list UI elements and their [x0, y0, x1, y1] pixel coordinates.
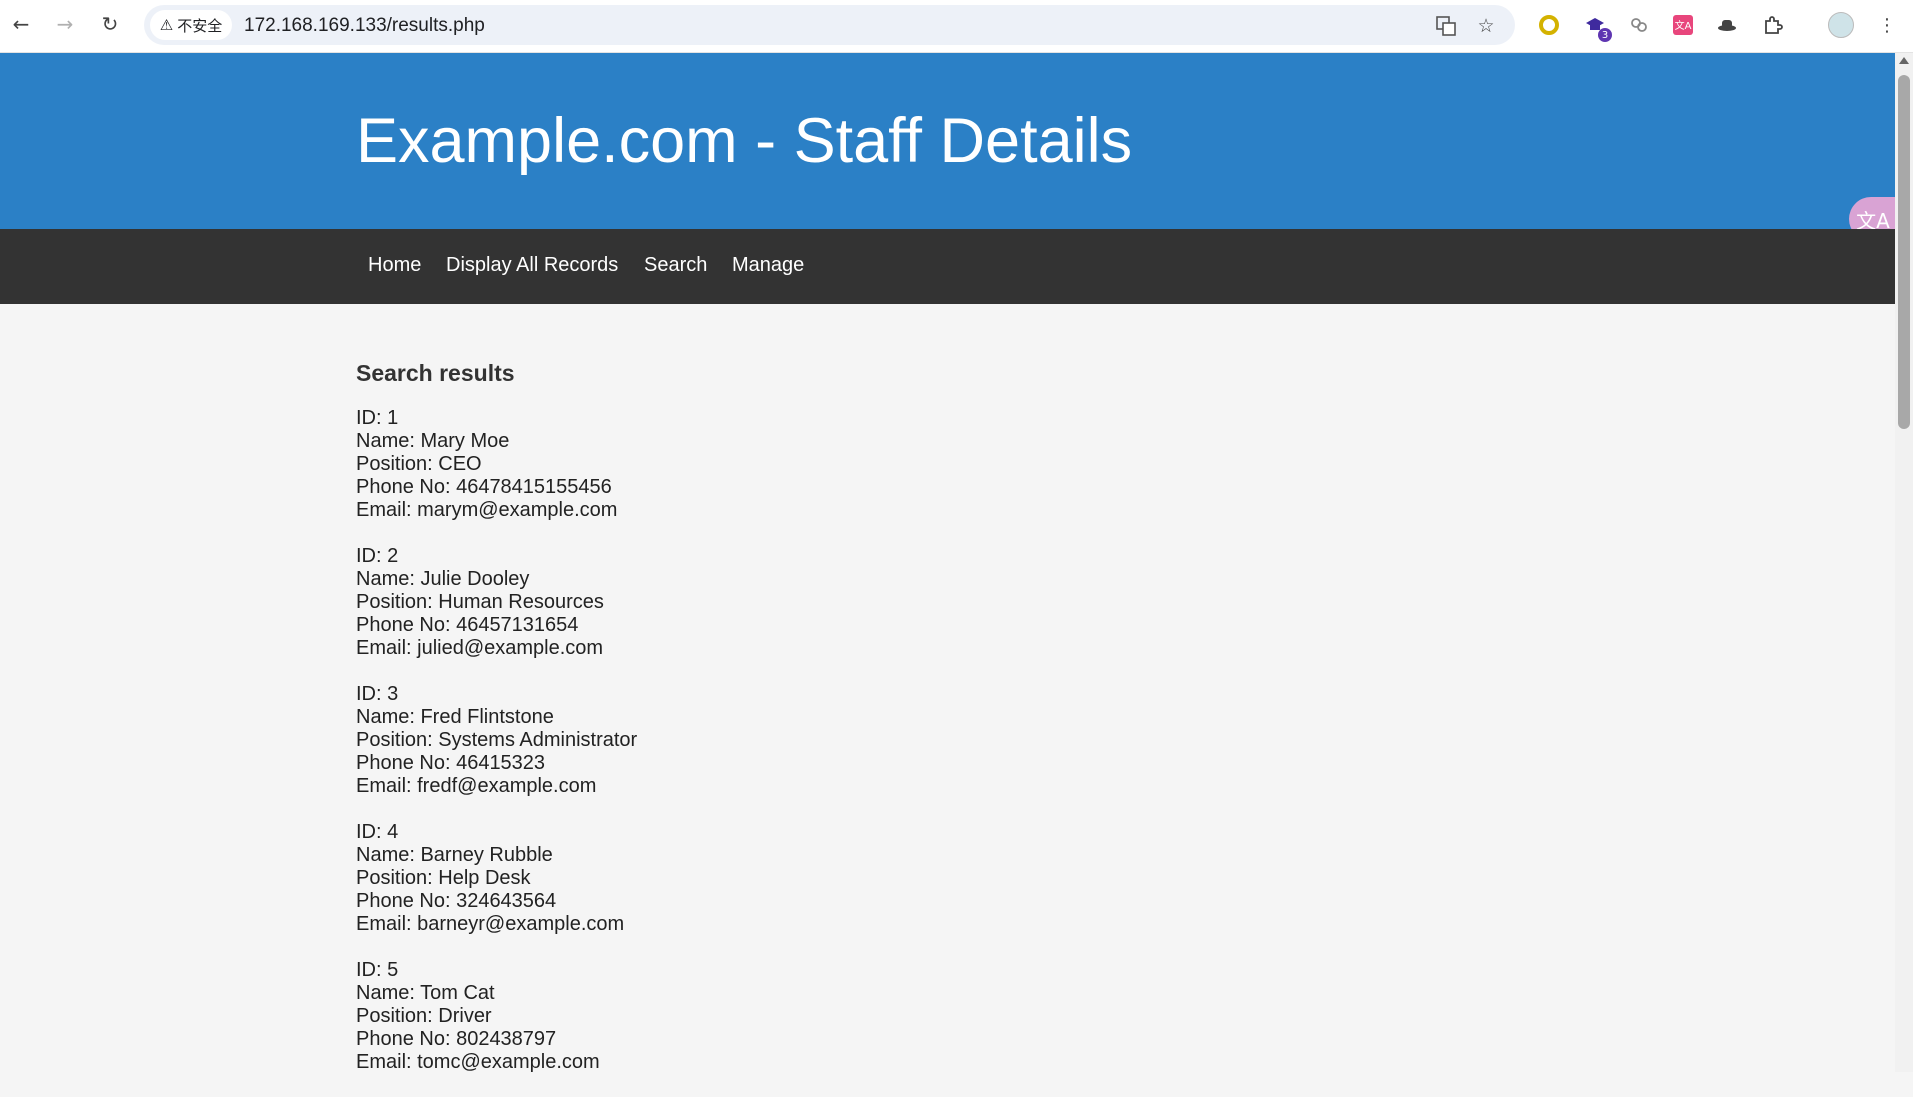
translate-page-icon[interactable] — [1434, 14, 1458, 38]
record-id: ID: 4 — [356, 821, 399, 843]
record-id: ID: 3 — [356, 683, 399, 705]
extension-translate-icon[interactable]: 文A — [1670, 12, 1696, 38]
nav-home[interactable]: Home — [368, 254, 421, 277]
record-email: Email: barneyr@example.com — [356, 913, 625, 935]
record-id: ID: 2 — [356, 545, 399, 567]
security-label: 不安全 — [177, 16, 223, 35]
nav-search[interactable]: Search — [644, 254, 707, 277]
extensions-puzzle-icon[interactable] — [1760, 12, 1786, 38]
extension-ring-icon[interactable] — [1536, 12, 1562, 38]
url-text[interactable]: 172.168.169.133/results.php — [244, 15, 485, 37]
extension-link-icon[interactable] — [1626, 12, 1652, 38]
record-position: Position: Help Desk — [356, 867, 531, 889]
scrollbar-thumb[interactable] — [1898, 75, 1910, 429]
record-2: ID: 2 Name: Julie Dooley Position: Human… — [356, 545, 1356, 660]
record-id: ID: 5 — [356, 959, 399, 981]
back-arrow-icon[interactable]: ← — [7, 10, 35, 38]
record-email: Email: tomc@example.com — [356, 1051, 600, 1073]
record-name: Name: Barney Rubble — [356, 844, 553, 866]
record-name: Name: Julie Dooley — [356, 568, 530, 590]
record-4: ID: 4 Name: Barney Rubble Position: Help… — [356, 821, 1356, 936]
address-bar[interactable]: ⚠ 不安全 172.168.169.133/results.php ☆ — [144, 5, 1515, 45]
record-name: Name: Mary Moe — [356, 430, 510, 452]
record-phone: Phone No: 324643564 — [356, 890, 557, 912]
site-header: Example.com - Staff Details — [0, 53, 1895, 229]
browser-toolbar: ← → ↻ ⚠ 不安全 172.168.169.133/results.php … — [0, 0, 1913, 53]
more-menu-icon[interactable]: ⋮ — [1874, 12, 1900, 38]
record-position: Position: Driver — [356, 1005, 492, 1027]
record-email: Email: marym@example.com — [356, 499, 618, 521]
forward-arrow-icon[interactable]: → — [51, 10, 79, 38]
page-title: Example.com - Staff Details — [356, 106, 1133, 176]
scroll-up-arrow-icon[interactable] — [1899, 57, 1909, 64]
profile-avatar[interactable] — [1828, 12, 1854, 38]
vertical-scrollbar[interactable] — [1895, 53, 1913, 1072]
record-position: Position: Human Resources — [356, 591, 604, 613]
extension-hat-icon[interactable] — [1714, 12, 1740, 38]
record-phone: Phone No: 46457131654 — [356, 614, 579, 636]
record-email: Email: julied@example.com — [356, 637, 604, 659]
nav-display-all-records[interactable]: Display All Records — [446, 254, 618, 277]
record-id: ID: 1 — [356, 407, 399, 429]
results-heading: Search results — [356, 360, 515, 386]
record-3: ID: 3 Name: Fred Flintstone Position: Sy… — [356, 683, 1356, 798]
record-5: ID: 5 Name: Tom Cat Position: Driver Pho… — [356, 959, 1356, 1074]
reload-icon[interactable]: ↻ — [96, 10, 124, 38]
record-1: ID: 1 Name: Mary Moe Position: CEO Phone… — [356, 407, 1356, 522]
record-name: Name: Fred Flintstone — [356, 706, 554, 728]
record-position: Position: Systems Administrator — [356, 729, 638, 751]
record-phone: Phone No: 802438797 — [356, 1028, 557, 1050]
results-content: Search results ID: 1 Name: Mary Moe Posi… — [356, 362, 1356, 1097]
record-name: Name: Tom Cat — [356, 982, 495, 1004]
svg-text:文A: 文A — [1675, 19, 1692, 32]
record-phone: Phone No: 46415323 — [356, 752, 546, 774]
record-phone: Phone No: 46478415155456 — [356, 476, 612, 498]
extension-graduation-cap-icon[interactable]: 3 — [1582, 12, 1612, 42]
record-position: Position: CEO — [356, 453, 482, 475]
record-email: Email: fredf@example.com — [356, 775, 597, 797]
extension-badge: 3 — [1598, 28, 1612, 42]
bookmark-star-icon[interactable]: ☆ — [1474, 14, 1498, 38]
main-navbar: Home Display All Records Search Manage — [0, 229, 1895, 304]
warning-triangle-icon: ⚠ — [159, 16, 174, 34]
security-indicator[interactable]: ⚠ 不安全 — [150, 10, 232, 40]
nav-manage[interactable]: Manage — [732, 254, 804, 277]
